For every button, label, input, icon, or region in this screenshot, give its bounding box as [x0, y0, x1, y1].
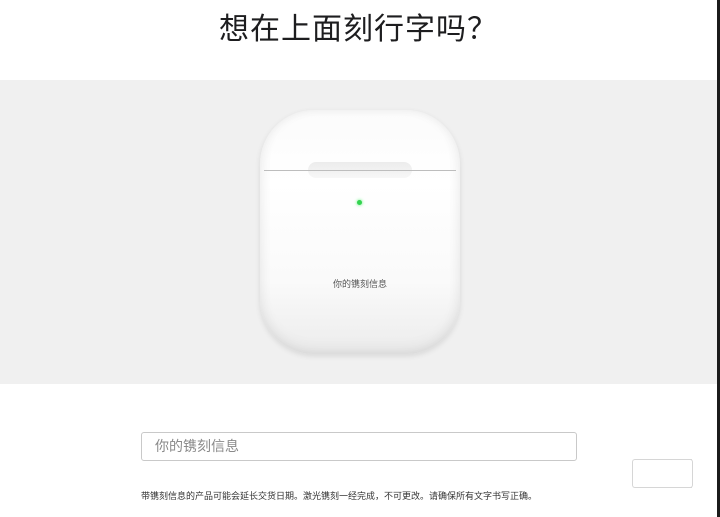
engraving-input[interactable] — [141, 432, 577, 461]
airpods-case-image: 你的镌刻信息 — [260, 110, 460, 354]
product-preview-area: 你的镌刻信息 — [0, 80, 717, 384]
status-led-icon — [357, 200, 362, 205]
side-panel-button-edge — [690, 459, 693, 488]
side-panel-button[interactable] — [632, 459, 692, 488]
engraving-notice: 带镌刻信息的产品可能会延长交货日期。激光镌刻一经完成，不可更改。请确保所有文字书… — [141, 492, 538, 502]
engraving-page: 想在上面刻行字吗？ 你的镌刻信息 带镌刻信息的产品可能会延长交货日期。激光镌刻一… — [0, 0, 720, 517]
engraving-preview-text: 你的镌刻信息 — [332, 280, 387, 290]
case-lid-seam — [264, 170, 456, 171]
page-title: 想在上面刻行字吗？ — [219, 12, 498, 47]
